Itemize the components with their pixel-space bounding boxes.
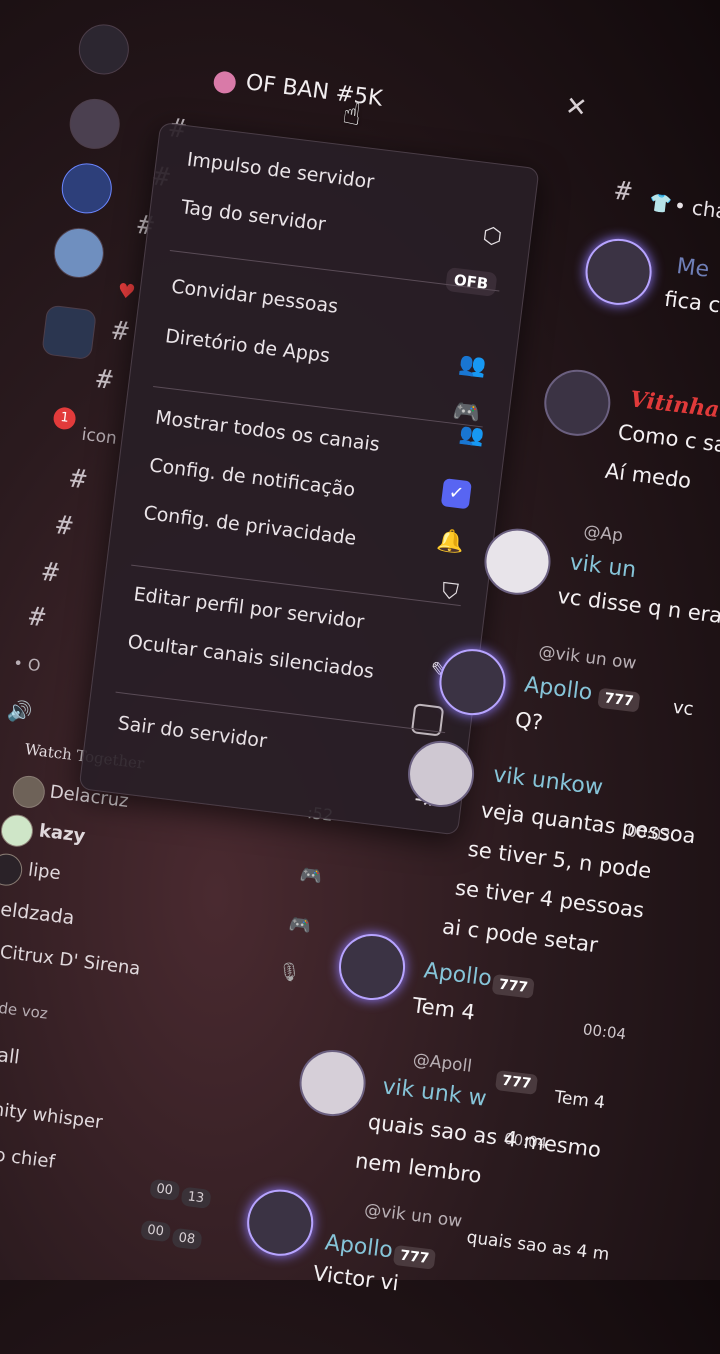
reply-reference[interactable]: @vik un ow bbox=[537, 642, 637, 674]
avatar[interactable] bbox=[0, 851, 24, 888]
notification-badge: 1 bbox=[52, 406, 77, 431]
menu-item-server-tag[interactable]: Tag do servidor bbox=[180, 196, 327, 236]
username[interactable]: Me bbox=[675, 254, 710, 283]
avatar[interactable] bbox=[243, 1185, 317, 1260]
close-icon[interactable]: ✕ bbox=[564, 91, 589, 123]
message-text: se tiver 5, n pode bbox=[466, 836, 653, 884]
add-user-icon: 👥 bbox=[457, 351, 488, 380]
gamepad-icon: 🎮 bbox=[287, 913, 313, 938]
avatar[interactable] bbox=[540, 366, 615, 440]
channel-name: • cha bbox=[672, 193, 720, 224]
menu-item-invite[interactable]: Convidar pessoas bbox=[170, 276, 339, 318]
role-tag: 777 bbox=[491, 973, 536, 999]
message-text: Victor vi bbox=[311, 1261, 401, 1296]
avatar[interactable] bbox=[335, 930, 409, 1004]
server-icon-anime[interactable] bbox=[58, 160, 115, 217]
boost-icon: ⬡ bbox=[481, 223, 504, 251]
menu-item-leave-server[interactable]: Sair do servidor bbox=[116, 712, 268, 752]
message-fragment: vc bbox=[671, 696, 695, 721]
username[interactable]: vik unk w bbox=[381, 1074, 488, 1112]
ofb-badge: OFB bbox=[444, 266, 498, 297]
speaker-icon: 🔊 bbox=[6, 697, 34, 725]
voice-category-header[interactable]: Canal de voz bbox=[0, 993, 49, 1023]
menu-item-privacy-settings[interactable]: Config. de privacidade bbox=[142, 502, 357, 550]
reply-reference[interactable]: @Ap bbox=[582, 522, 624, 547]
message-text: Tem 4 bbox=[411, 993, 477, 1025]
server-icon-wolf[interactable] bbox=[66, 96, 123, 152]
username[interactable]: Apollo bbox=[523, 673, 594, 706]
server-emblem-icon bbox=[212, 70, 237, 95]
role-tag: 777 bbox=[494, 1070, 539, 1095]
channel-hash-icon[interactable]: # bbox=[95, 364, 114, 396]
voice-channel[interactable]: • infinity whisper bbox=[0, 1094, 104, 1134]
message-text: veja quantas pessoa bbox=[479, 798, 697, 849]
username[interactable]: Apollo bbox=[422, 958, 493, 991]
username[interactable]: Vitinha bbox=[629, 386, 720, 423]
channel-hash-icon[interactable]: # bbox=[41, 557, 60, 589]
menu-item-edit-server-profile[interactable]: Editar perfil por servidor bbox=[132, 583, 365, 633]
channel-hash-icon[interactable]: # bbox=[27, 602, 46, 634]
heart-icon: ♥ bbox=[116, 278, 137, 305]
message-text: se tiver 4 pessoas bbox=[453, 875, 646, 923]
folder-icon[interactable] bbox=[41, 304, 97, 361]
server-icon-ofban[interactable] bbox=[50, 225, 107, 281]
message-text: Aí medo bbox=[603, 458, 693, 494]
voice-count-pill: 08 bbox=[171, 1227, 203, 1251]
message-text: vc disse q n era bbox=[556, 583, 720, 628]
discord-window: 1 OF BAN #5K ☝ ✕ # # # ♥ # # icon # # # … bbox=[0, 0, 720, 1354]
section-header[interactable]: • O bbox=[12, 653, 41, 675]
server-name[interactable]: OF BAN #5K bbox=[244, 70, 383, 112]
voice-count-pill: 00 bbox=[149, 1178, 180, 1202]
message-text: Q? bbox=[513, 707, 545, 735]
member-lipe[interactable]: lipe bbox=[27, 859, 62, 884]
avatar[interactable] bbox=[581, 235, 656, 309]
username[interactable]: Apollo bbox=[324, 1230, 395, 1263]
role-tag: 777 bbox=[597, 687, 641, 713]
voice-count-pill: 13 bbox=[180, 1186, 212, 1209]
reply-reference[interactable]: @Apoll bbox=[412, 1050, 473, 1077]
timestamp: 00:04 bbox=[581, 1020, 628, 1044]
avatar[interactable] bbox=[295, 1046, 370, 1120]
menu-item-notification-settings[interactable]: Config. de notificação bbox=[148, 454, 356, 501]
shield-icon: ⛉ bbox=[440, 578, 460, 606]
voice-count-pill: 00 bbox=[140, 1219, 171, 1243]
message-text: ai c pode setar bbox=[441, 914, 600, 958]
message-text: nem lembro bbox=[353, 1148, 483, 1188]
menu-item-server-boost[interactable]: Impulso de servidor bbox=[186, 148, 376, 193]
avatar[interactable] bbox=[0, 812, 35, 849]
mic-muted-icon: 🎙 bbox=[276, 960, 302, 985]
username[interactable]: vik unkow bbox=[492, 762, 604, 800]
add-user-icon[interactable]: 👥 bbox=[458, 421, 486, 448]
member-shieldzada[interactable]: shieldzada bbox=[0, 895, 76, 929]
bell-icon: 🔔 bbox=[435, 527, 466, 556]
reply-preview: Tem 4 bbox=[553, 1087, 607, 1114]
role-tag: 777 bbox=[392, 1244, 437, 1270]
reply-reference[interactable]: @vik un ow bbox=[363, 1200, 463, 1232]
channel-label[interactable]: icon bbox=[81, 425, 118, 449]
username[interactable]: vik un bbox=[568, 550, 637, 583]
channel-hash-icon[interactable]: # bbox=[68, 464, 87, 496]
member-citrux[interactable]: Citrux D' Sirena bbox=[0, 942, 142, 980]
channel-hash-icon[interactable]: # bbox=[111, 316, 130, 348]
avatar[interactable] bbox=[10, 774, 47, 810]
discord-home-icon[interactable] bbox=[75, 21, 132, 78]
shirt-icon: 👕 bbox=[647, 192, 673, 216]
checkbox-checked-icon[interactable]: ✓ bbox=[440, 478, 472, 510]
server-context-menu: Impulso de servidor ⬡ Tag do servidor OF… bbox=[78, 121, 540, 836]
menu-item-show-all-channels[interactable]: Mostrar todos os canais bbox=[154, 407, 381, 456]
voice-channel[interactable]: • carro chief bbox=[0, 1138, 56, 1172]
channel-hash-icon: # bbox=[613, 175, 633, 208]
channel-hash-icon[interactable]: # bbox=[55, 510, 74, 542]
menu-item-hide-muted-channels[interactable]: Ocultar canais silenciados bbox=[126, 631, 375, 683]
message-text: Como c sa bbox=[616, 420, 720, 458]
voice-channel[interactable]: ank-call bbox=[0, 1038, 21, 1069]
server-rail: 1 bbox=[41, 20, 141, 431]
message-text: fica cor bbox=[663, 286, 720, 320]
gamepad-icon: 🎮 bbox=[298, 864, 324, 889]
member-kazy[interactable]: kazy bbox=[38, 820, 87, 846]
menu-item-app-directory[interactable]: Diretório de Apps bbox=[164, 325, 331, 367]
reply-preview: quais sao as 4 m bbox=[465, 1227, 611, 1265]
